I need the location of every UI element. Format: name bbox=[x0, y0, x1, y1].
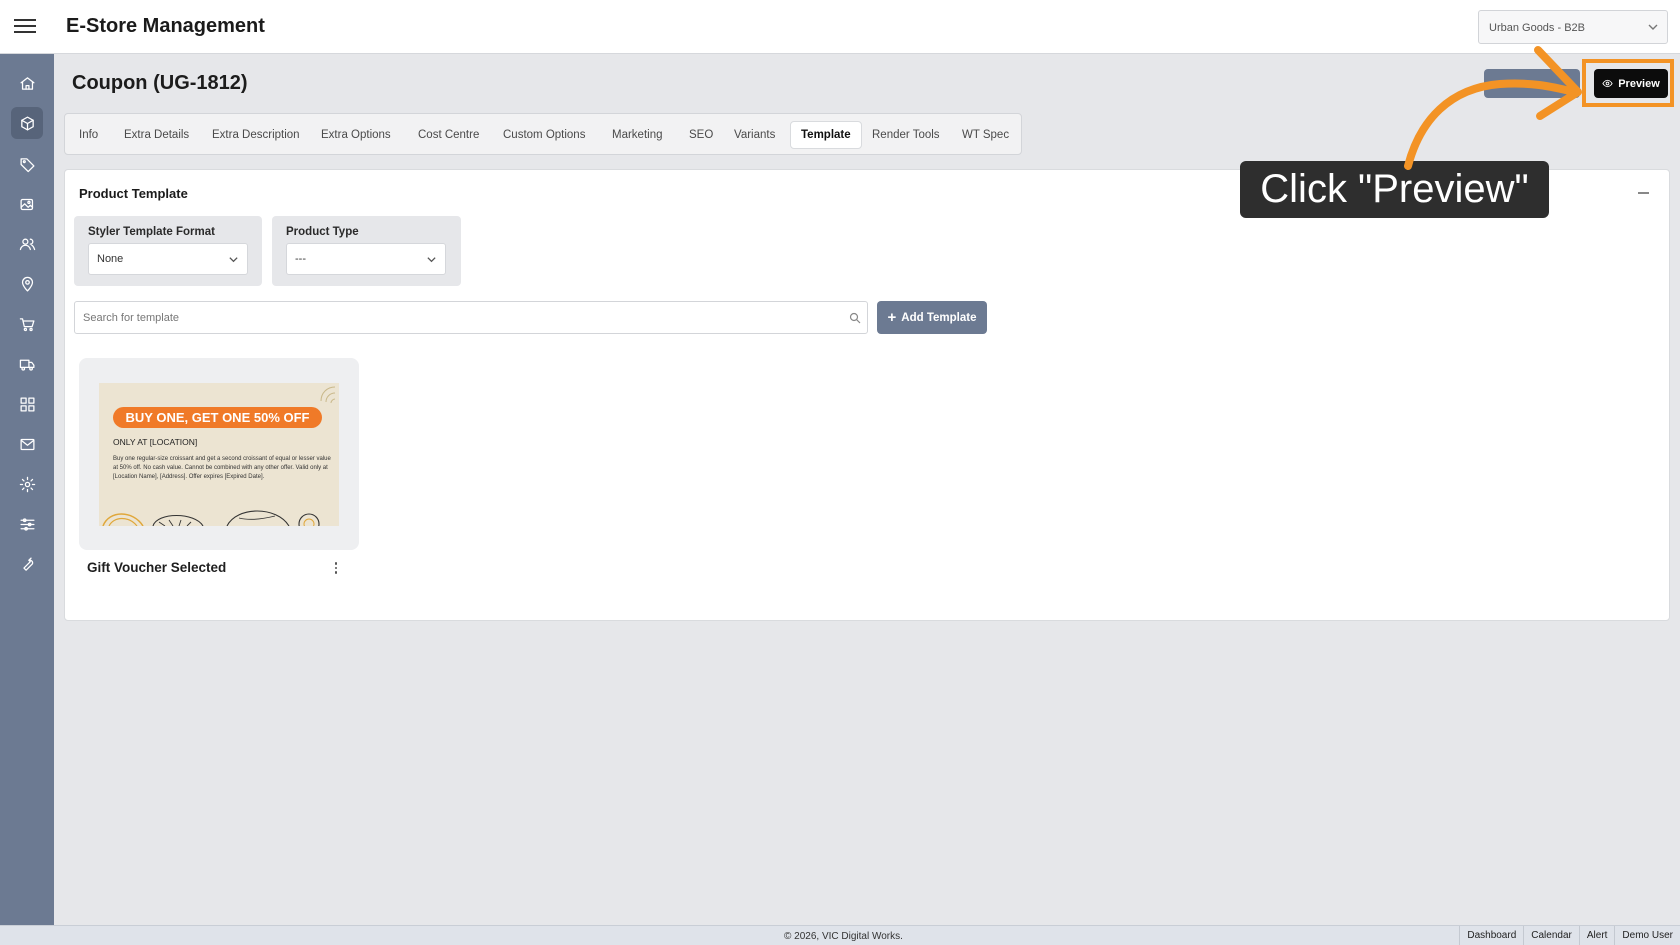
footer-link-alert[interactable]: Alert bbox=[1578, 926, 1615, 945]
panel-title: Product Template bbox=[79, 186, 188, 201]
preview-button-label: Preview bbox=[1618, 77, 1660, 90]
tab-render-tools[interactable]: Render Tools bbox=[862, 121, 950, 149]
product-type-field: Product Type --- bbox=[272, 216, 461, 286]
box-icon bbox=[20, 115, 34, 131]
sidebar-item-preferences[interactable] bbox=[11, 508, 43, 540]
users-icon bbox=[19, 238, 35, 250]
sidebar-item-tags[interactable] bbox=[11, 148, 43, 180]
eye-icon bbox=[1602, 79, 1613, 88]
tab-variants[interactable]: Variants bbox=[724, 121, 785, 149]
sidebar-item-media[interactable] bbox=[11, 188, 43, 220]
product-type-value: --- bbox=[295, 253, 306, 265]
cart-icon bbox=[19, 317, 35, 331]
sidebar-item-home[interactable] bbox=[11, 67, 43, 99]
tab-extra-details[interactable]: Extra Details bbox=[114, 121, 199, 149]
preview-button[interactable]: Preview bbox=[1594, 69, 1668, 98]
pointer-arrow-icon bbox=[1404, 46, 1582, 170]
product-type-label: Product Type bbox=[286, 226, 359, 238]
sidebar-item-shipping[interactable] bbox=[11, 348, 43, 380]
sidebar-item-tools[interactable] bbox=[11, 548, 43, 580]
sidebar-item-locations[interactable] bbox=[11, 268, 43, 300]
styler-format-field: Styler Template Format None bbox=[74, 216, 262, 286]
product-type-select[interactable]: --- bbox=[286, 243, 446, 275]
home-icon bbox=[19, 76, 35, 90]
sidebar bbox=[0, 54, 54, 925]
truck-icon bbox=[19, 359, 35, 371]
wrench-icon bbox=[22, 556, 33, 571]
sidebar-item-dashboard[interactable] bbox=[11, 388, 43, 420]
croissant-illustration bbox=[102, 510, 320, 526]
tab-seo[interactable]: SEO bbox=[679, 121, 723, 149]
plus-icon: + bbox=[887, 308, 897, 326]
footer: © 2026, VIC Digital Works. Dashboard Cal… bbox=[0, 925, 1680, 945]
template-name: Gift Voucher Selected bbox=[87, 560, 227, 575]
sidebar-item-orders[interactable] bbox=[11, 308, 43, 340]
store-selector[interactable]: Urban Goods - B2B bbox=[1478, 10, 1668, 44]
sidebar-item-products[interactable] bbox=[11, 107, 43, 139]
footer-link-dashboard[interactable]: Dashboard bbox=[1459, 926, 1523, 945]
styler-format-value: None bbox=[97, 253, 124, 265]
sidebar-item-messages[interactable] bbox=[11, 428, 43, 460]
coupon-headline: BUY ONE, GET ONE 50% OFF bbox=[113, 407, 322, 428]
app-title: E-Store Management bbox=[66, 15, 265, 37]
store-selector-value: Urban Goods - B2B bbox=[1489, 22, 1585, 34]
page-title: Coupon (UG-1812) bbox=[72, 72, 248, 94]
add-template-label: Add Template bbox=[901, 311, 977, 324]
add-template-button[interactable]: + Add Template bbox=[877, 301, 987, 334]
sidebar-item-settings[interactable] bbox=[11, 468, 43, 500]
chevron-down-icon bbox=[1648, 24, 1658, 30]
top-bar: E-Store Management Urban Goods - B2B bbox=[0, 0, 1680, 54]
template-card[interactable]: BUY ONE, GET ONE 50% OFF ONLY AT [LOCATI… bbox=[79, 358, 359, 550]
search-placeholder: Search for template bbox=[83, 312, 179, 324]
tab-info[interactable]: Info bbox=[69, 121, 108, 149]
images-icon bbox=[19, 198, 33, 210]
gear-icon bbox=[19, 476, 35, 492]
sidebar-item-customers[interactable] bbox=[11, 228, 43, 260]
sliders-icon bbox=[19, 517, 35, 531]
footer-links: Dashboard Calendar Alert Demo User bbox=[1459, 926, 1680, 945]
footer-link-calendar[interactable]: Calendar bbox=[1523, 926, 1579, 945]
tab-extra-description[interactable]: Extra Description bbox=[202, 121, 310, 149]
grid-icon bbox=[19, 396, 35, 412]
styler-format-select[interactable]: None bbox=[88, 243, 248, 275]
styler-format-label: Styler Template Format bbox=[88, 226, 215, 238]
coupon-body-text: Buy one regular-size croissant and get a… bbox=[113, 456, 331, 480]
search-icon bbox=[849, 312, 861, 324]
chevron-down-icon bbox=[229, 257, 238, 263]
tab-template[interactable]: Template bbox=[790, 121, 862, 149]
chevron-down-icon bbox=[427, 257, 436, 263]
coupon-thumbnail: BUY ONE, GET ONE 50% OFF ONLY AT [LOCATI… bbox=[99, 383, 339, 526]
tab-marketing[interactable]: Marketing bbox=[602, 121, 673, 149]
tab-custom-options[interactable]: Custom Options bbox=[493, 121, 595, 149]
menu-icon[interactable] bbox=[14, 15, 38, 37]
product-template-panel: Product Template Styler Template Format … bbox=[64, 169, 1670, 621]
secondary-action-button[interactable] bbox=[1484, 69, 1580, 98]
location-icon bbox=[21, 276, 33, 292]
tab-bar: Info Extra Details Extra Description Ext… bbox=[64, 113, 1022, 155]
collapse-icon[interactable] bbox=[1638, 192, 1649, 194]
tag-icon bbox=[19, 157, 35, 172]
tab-wt-spec[interactable]: WT Spec bbox=[952, 121, 1019, 149]
tab-cost-centre[interactable]: Cost Centre bbox=[408, 121, 489, 149]
template-search-input[interactable]: Search for template bbox=[74, 301, 868, 334]
footer-link-user[interactable]: Demo User bbox=[1614, 926, 1680, 945]
instruction-tooltip: Click "Preview" bbox=[1240, 161, 1549, 218]
copyright: © 2026, VIC Digital Works. bbox=[784, 931, 903, 942]
more-options-icon[interactable] bbox=[333, 562, 339, 576]
coupon-subtitle: ONLY AT [LOCATION] bbox=[113, 437, 198, 447]
tab-extra-options[interactable]: Extra Options bbox=[311, 121, 401, 149]
mail-icon bbox=[19, 438, 35, 450]
